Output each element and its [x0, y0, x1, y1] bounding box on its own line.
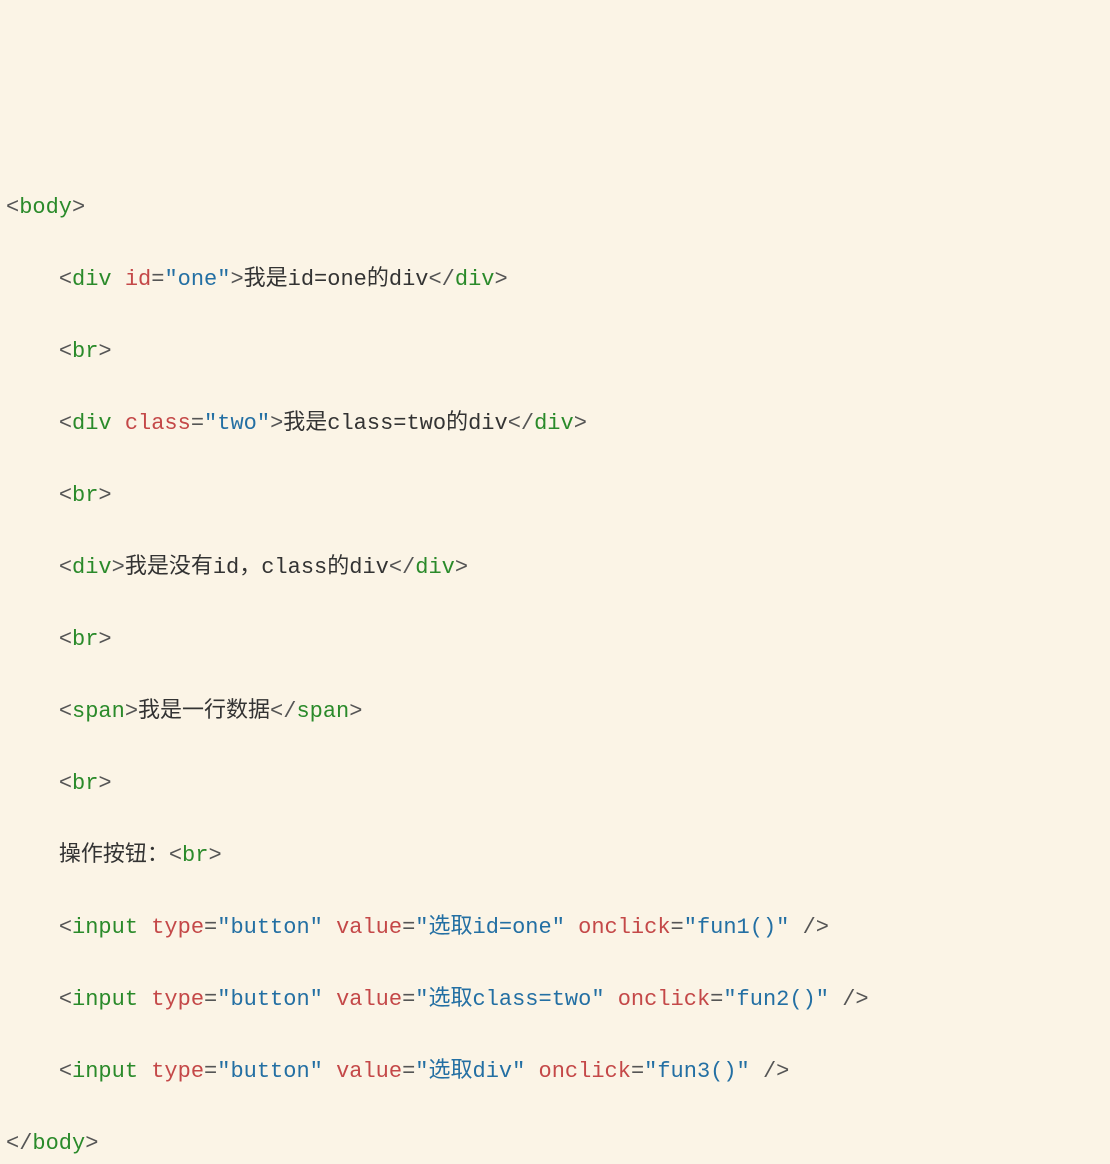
attr-class: class [125, 411, 191, 436]
code-line: <br> [6, 478, 1104, 514]
code-line: <span>我是一行数据</span> [6, 694, 1104, 730]
text-content: 我是class=two的div [283, 411, 507, 436]
tag-input: input [72, 915, 138, 940]
tag-br: br [182, 843, 208, 868]
code-line: <body> [6, 190, 1104, 226]
code-line: 操作按钮：<br> [6, 838, 1104, 874]
code-line: <input type="button" value="选取id=one" on… [6, 910, 1104, 946]
text-content: 我是没有id，class的div [125, 555, 389, 580]
text-content: 操作按钮： [59, 843, 169, 868]
code-line: </body> [6, 1126, 1104, 1162]
tag-input: input [72, 1059, 138, 1084]
code-line: <input type="button" value="选取div" oncli… [6, 1054, 1104, 1090]
text-content: 我是id=one的div [244, 267, 429, 292]
tag-input: input [72, 987, 138, 1012]
code-line: <br> [6, 766, 1104, 802]
tag-div: div [72, 411, 112, 436]
code-line: <br> [6, 334, 1104, 370]
tag-body-close: body [32, 1131, 85, 1156]
code-line: <br> [6, 622, 1104, 658]
tag-br: br [72, 483, 98, 508]
attr-value: "two" [204, 411, 270, 436]
attr-value: "one" [164, 267, 230, 292]
code-block: <body> <div id="one">我是id=one的div</div> … [6, 154, 1104, 1164]
tag-span: span [72, 699, 125, 724]
code-line: <div>我是没有id，class的div</div> [6, 550, 1104, 586]
tag-br: br [72, 771, 98, 796]
tag-div: div [72, 267, 112, 292]
text-content: 我是一行数据 [138, 699, 270, 724]
attr-id: id [125, 267, 151, 292]
tag-div: div [72, 555, 112, 580]
tag-br: br [72, 339, 98, 364]
code-line: <input type="button" value="选取class=two"… [6, 982, 1104, 1018]
code-line: <div id="one">我是id=one的div</div> [6, 262, 1104, 298]
code-line: <div class="two">我是class=two的div</div> [6, 406, 1104, 442]
tag-br: br [72, 627, 98, 652]
tag-body-open: body [19, 195, 72, 220]
